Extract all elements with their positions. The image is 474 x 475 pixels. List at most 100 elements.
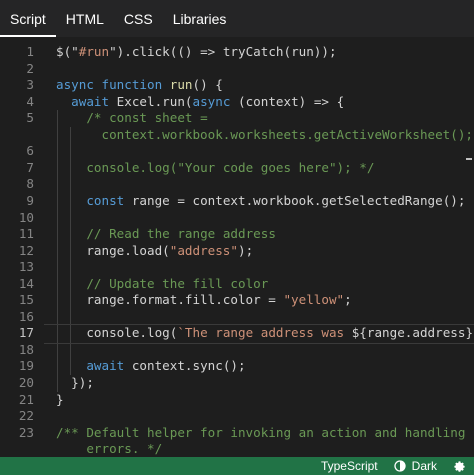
code-token: $(" (56, 44, 79, 59)
theme-toggle[interactable]: Dark (386, 459, 445, 473)
code-text: console.log(`The range address was ${ran… (56, 325, 474, 342)
code-token: ); (237, 242, 254, 258)
code-line[interactable]: 3 async function run() { (0, 77, 474, 94)
code-line[interactable]: 19 await context.sync(); (0, 358, 474, 375)
code-line[interactable]: 4 await Excel.run(async (context) => { (0, 94, 474, 111)
code-token: await (86, 358, 132, 374)
code-line[interactable]: 9 const range = context.workbook.getSele… (0, 193, 474, 210)
code-token: "address" (169, 242, 238, 258)
settings-button[interactable] (445, 460, 474, 473)
code-text: }); (56, 375, 94, 392)
line-number: 9 (26, 192, 34, 208)
line-number: 7 (26, 159, 34, 175)
code-token: await (71, 93, 117, 109)
tab-bar: Script HTML CSS Libraries (0, 0, 474, 37)
code-text: // Read the range address (56, 226, 276, 243)
code-line[interactable]: 6 (0, 143, 474, 160)
line-number: 21 (18, 391, 34, 407)
code-text: $("#run").click(() => tryCatch(run)); (56, 44, 337, 61)
code-line[interactable]: 15 range.format.fill.color = "yellow"; (0, 292, 474, 309)
code-line[interactable]: 2 (0, 61, 474, 78)
code-line[interactable]: 5 /* const sheet = (0, 110, 474, 127)
tab-libraries[interactable]: Libraries (163, 0, 237, 37)
tab-html[interactable]: HTML (56, 0, 114, 37)
line-number: 3 (26, 77, 34, 93)
code-line[interactable]: context.workbook.worksheets.getActiveWor… (0, 127, 474, 144)
language-label: TypeScript (320, 459, 378, 473)
code-line[interactable]: 13 (0, 259, 474, 276)
line-number: 5 (26, 110, 34, 126)
scrollbar-marker[interactable] (466, 158, 472, 160)
code-text: async function run() { (56, 77, 223, 94)
theme-label: Dark (411, 459, 437, 473)
code-text: /* const sheet = (56, 110, 208, 127)
code-line[interactable]: 17 console.log(`The range address was ${… (0, 325, 474, 342)
code-text: errors. */ (56, 441, 162, 457)
code-text: console.log("Your code goes here"); */ (56, 160, 374, 177)
code-token: #run (78, 44, 110, 59)
code-token: `The range address was (177, 325, 352, 341)
code-line[interactable]: 10 (0, 210, 474, 227)
code-text: await context.sync(); (56, 358, 246, 375)
code-line[interactable]: 22 (0, 408, 474, 425)
code-line[interactable]: 21} (0, 392, 474, 409)
code-token: ").click(() => tryCatch(run)); (109, 44, 337, 59)
line-number: 13 (18, 259, 34, 275)
tab-css[interactable]: CSS (114, 0, 163, 37)
code-line[interactable]: errors. */ (0, 441, 474, 457)
code-line[interactable]: 11 // Read the range address (0, 226, 474, 243)
code-token: /* const sheet = (86, 110, 208, 126)
code-token: context.sync(); (131, 358, 246, 374)
code-token: range.format.fill.color = (56, 292, 284, 308)
code-text: await Excel.run(async (context) => { (56, 94, 344, 111)
code-token: range = context.workbook.getSelectedRang… (131, 192, 466, 208)
code-line[interactable]: 18 (0, 342, 474, 359)
code-line[interactable]: 16 (0, 309, 474, 326)
code-token: console.log( (56, 325, 178, 341)
line-number: 2 (26, 60, 34, 76)
code-line[interactable]: 1 $("#run").click(() => tryCatch(run)); (0, 44, 474, 61)
code-token: run (169, 77, 193, 93)
line-number: 15 (18, 292, 34, 308)
code-token: const (86, 192, 132, 208)
line-number: 17 (18, 325, 34, 341)
line-number: 6 (26, 143, 34, 159)
code-line[interactable]: 8 (0, 176, 474, 193)
line-number: 19 (18, 358, 34, 374)
code-text: range.load("address"); (56, 243, 253, 260)
code-line[interactable]: 14 // Update the fill color (0, 276, 474, 293)
code-token: errors. */ (56, 441, 163, 457)
line-number: 10 (18, 209, 34, 225)
code-token: context.workbook.worksheets.getActiveWor… (56, 126, 474, 142)
line-number: 16 (18, 308, 34, 324)
line-number: 4 (26, 93, 34, 109)
line-number: 11 (18, 226, 34, 242)
language-selector[interactable]: TypeScript (313, 459, 386, 473)
code-line[interactable]: 20 }); (0, 375, 474, 392)
code-text: } (56, 392, 64, 409)
code-token: "yellow" (283, 292, 345, 308)
line-number: 18 (18, 341, 34, 357)
line-number: 12 (18, 242, 34, 258)
line-number: 22 (18, 408, 34, 424)
code-token: } (56, 391, 64, 407)
code-line[interactable]: 12 range.load("address"); (0, 243, 474, 260)
line-number: 14 (18, 275, 34, 291)
code-text: const range = context.workbook.getSelect… (56, 193, 465, 210)
code-token: async (192, 93, 238, 109)
code-line[interactable]: 7 console.log("Your code goes here"); */ (0, 160, 474, 177)
theme-contrast-icon (394, 460, 406, 472)
code-editor[interactable]: 1 $("#run").click(() => tryCatch(run)); 2 3… (0, 37, 474, 457)
gear-icon (454, 460, 465, 472)
code-line[interactable]: 23 /** Default helper for invoking an act… (0, 425, 474, 442)
tab-script[interactable]: Script (0, 0, 56, 37)
status-bar: TypeScript Dark (0, 457, 474, 475)
code-text: // Update the fill color (56, 276, 268, 293)
line-number: 1 (26, 44, 34, 59)
line-number: 8 (26, 176, 34, 192)
